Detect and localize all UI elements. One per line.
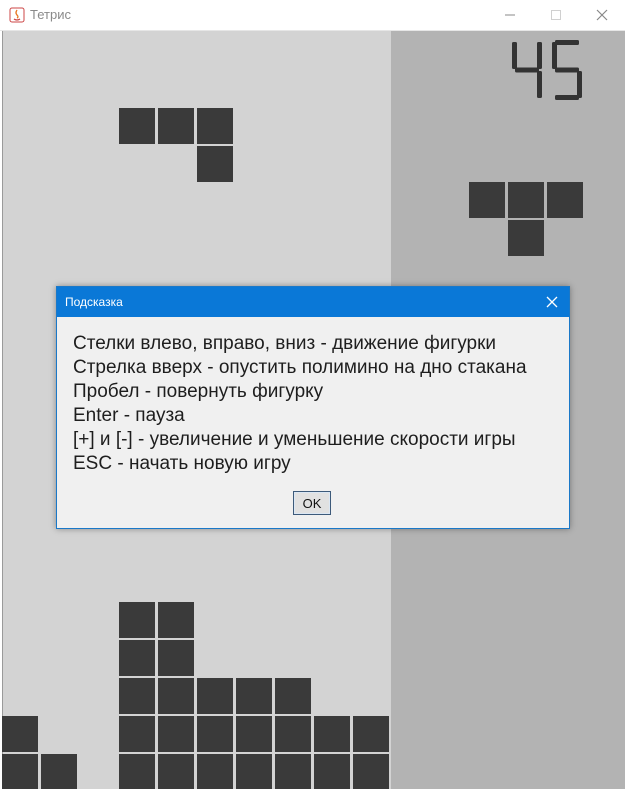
tetris-block [119, 754, 155, 789]
maximize-icon [551, 10, 561, 20]
minimize-icon [505, 14, 515, 16]
help-line: Пробел - повернуть фигурку [73, 381, 324, 402]
digit-segment [537, 71, 542, 98]
tetris-block [119, 602, 155, 638]
tetris-block [197, 716, 233, 752]
maximize-button[interactable] [533, 0, 579, 30]
tetris-block [314, 716, 350, 752]
tetris-block [508, 220, 544, 256]
digit-segment [515, 67, 539, 73]
digit-segment [555, 67, 579, 73]
tetris-block [547, 182, 583, 218]
dialog-titlebar[interactable]: Подсказка [57, 287, 569, 317]
tetris-block [2, 754, 38, 789]
help-line: [+] и [-] - увеличение и уменьшение скор… [73, 429, 516, 450]
close-button[interactable] [579, 0, 625, 30]
help-line: Стелки влево, вправо, вниз - движение фи… [73, 333, 497, 354]
ok-button[interactable]: OK [293, 491, 331, 515]
tetris-block [119, 108, 155, 144]
help-line: ESC - начать новую игру [73, 453, 291, 474]
tetris-block [119, 716, 155, 752]
minimize-button[interactable] [487, 0, 533, 30]
tetris-block [158, 640, 194, 676]
tetris-block [469, 182, 505, 218]
help-line: Стрелка вверх - опустить полимино на дно… [73, 357, 527, 378]
tetris-block [2, 716, 38, 752]
window-titlebar[interactable]: Тетрис [0, 0, 625, 31]
digit-segment [555, 95, 579, 100]
tetris-block [275, 678, 311, 714]
dialog-close-button[interactable] [535, 287, 569, 317]
score-display: 45 [510, 38, 584, 102]
tetris-block [41, 754, 77, 789]
tetris-block [236, 754, 272, 789]
tetris-block [119, 678, 155, 714]
tetris-block [508, 182, 544, 218]
tetris-block [314, 754, 350, 789]
tetris-block [158, 754, 194, 789]
digit-segment [512, 42, 517, 69]
tetris-block [197, 146, 233, 182]
tetris-block [158, 716, 194, 752]
tetris-block [158, 602, 194, 638]
dialog-title: Подсказка [65, 295, 123, 309]
tetris-block [275, 754, 311, 789]
help-line: Enter - пауза [73, 405, 185, 426]
tetris-block [353, 716, 389, 752]
tetris-block [236, 716, 272, 752]
tetris-block [236, 678, 272, 714]
digit-segment [577, 71, 582, 98]
digit-segment [555, 40, 579, 45]
window-title: Тетрис [30, 7, 71, 22]
digit-segment [552, 42, 557, 69]
tetris-block [158, 108, 194, 144]
close-icon [596, 9, 608, 21]
close-icon [546, 296, 558, 308]
seven-segment-digits [512, 40, 582, 100]
help-text: Стелки влево, вправо, вниз - движение фи… [73, 332, 527, 476]
help-dialog: Подсказка Стелки влево, вправо, вниз - д… [56, 286, 570, 529]
tetris-block [353, 754, 389, 789]
tetris-block [275, 716, 311, 752]
tetris-block [197, 678, 233, 714]
tetris-block [119, 640, 155, 676]
tetris-block [197, 754, 233, 789]
java-app-icon [9, 7, 25, 23]
tetris-block [197, 108, 233, 144]
tetris-block [158, 678, 194, 714]
digit-segment [537, 42, 542, 69]
